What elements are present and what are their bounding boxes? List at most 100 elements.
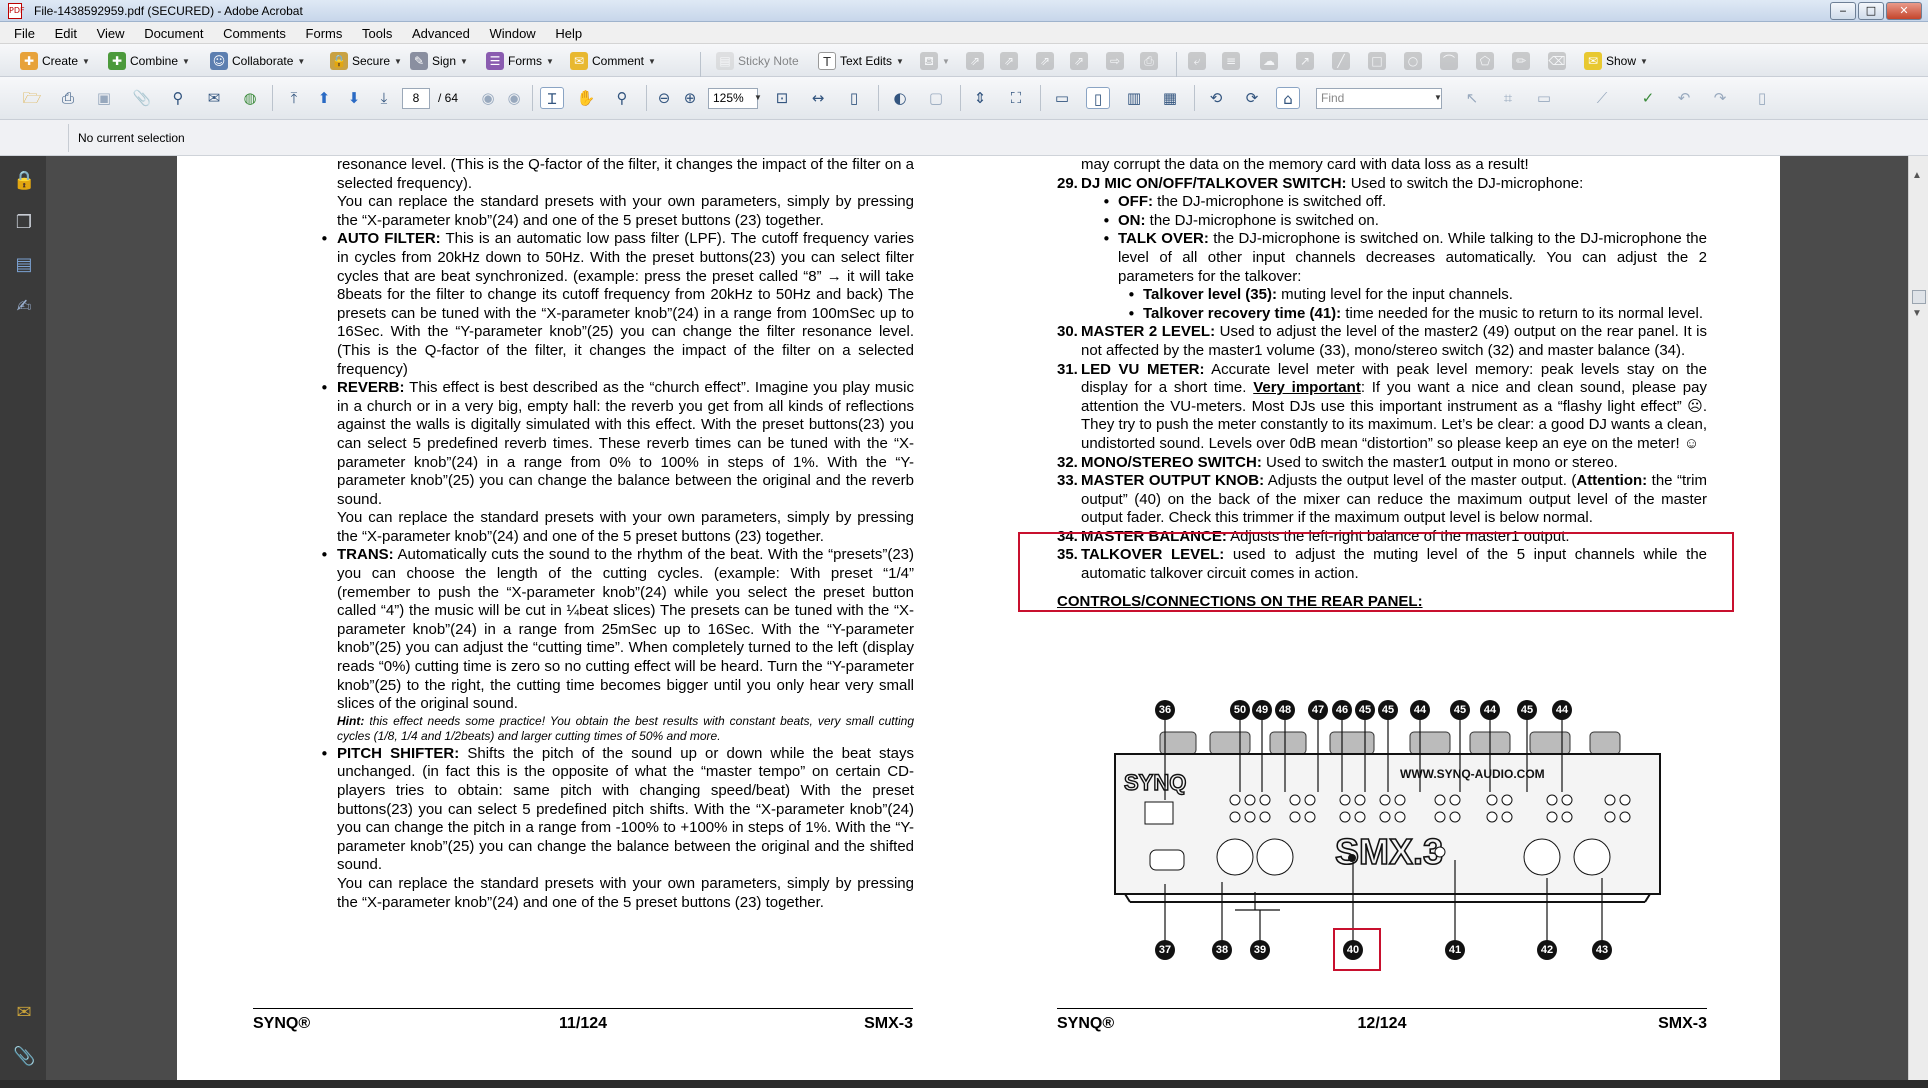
- pages-icon[interactable]: ❐: [13, 212, 35, 234]
- actual-size-icon[interactable]: ⊡: [770, 87, 794, 109]
- snapshot-icon[interactable]: ◐: [888, 87, 912, 109]
- combine-button[interactable]: ✚ Combine ▼: [108, 51, 190, 71]
- menu-forms[interactable]: Forms: [298, 22, 351, 41]
- attachments-icon[interactable]: 📎: [13, 1046, 35, 1068]
- chevron-down-icon[interactable]: ▼: [1434, 93, 1442, 102]
- next-view-icon[interactable]: ◉: [502, 87, 526, 109]
- previous-page-icon[interactable]: ⬆: [312, 87, 336, 109]
- full-screen-icon[interactable]: ⛶: [1004, 87, 1028, 109]
- minimize-button[interactable]: ‒: [1830, 2, 1856, 20]
- zoom-marquee-icon[interactable]: ⚲: [610, 87, 634, 109]
- menu-tools[interactable]: Tools: [354, 22, 400, 41]
- fit-page-icon[interactable]: ▯: [842, 87, 866, 109]
- maximize-button[interactable]: □: [1858, 2, 1884, 20]
- menu-comments[interactable]: Comments: [215, 22, 294, 41]
- stamp-tool-button[interactable]: ⎙: [1140, 51, 1158, 71]
- scroll-down-icon[interactable]: ▼: [1912, 308, 1922, 319]
- undo-icon[interactable]: ↶: [1672, 87, 1696, 109]
- comments-icon[interactable]: ✉: [13, 1002, 35, 1024]
- link-tool-icon[interactable]: ▭: [1532, 87, 1556, 109]
- attach-file-button[interactable]: ⇗: [966, 51, 984, 71]
- rotate-left-icon[interactable]: ⟲: [1204, 87, 1228, 109]
- previous-view-icon[interactable]: ◉: [476, 87, 500, 109]
- lock-icon[interactable]: 🔒: [13, 170, 35, 192]
- email-icon[interactable]: ✉: [202, 87, 226, 109]
- hand-icon[interactable]: ✋: [574, 87, 598, 109]
- last-page-icon[interactable]: ⤓: [372, 87, 396, 109]
- redo-icon[interactable]: ↷: [1708, 87, 1732, 109]
- binoculars-icon[interactable]: ⚲: [166, 87, 190, 109]
- next-page-icon[interactable]: ⬇: [342, 87, 366, 109]
- arrow-button[interactable]: ↗: [1296, 51, 1314, 71]
- globe-icon[interactable]: ◍: [238, 87, 262, 109]
- find-input[interactable]: Find: [1316, 88, 1442, 109]
- secure-button[interactable]: 🔒 Secure ▼: [330, 51, 402, 71]
- toolbar-separator: [1040, 85, 1041, 111]
- eraser-button[interactable]: ⌫: [1548, 51, 1566, 71]
- menu-help[interactable]: Help: [547, 22, 590, 41]
- close-button[interactable]: ✕: [1886, 2, 1922, 20]
- menu-advanced[interactable]: Advanced: [404, 22, 478, 41]
- select-object-icon[interactable]: ↖: [1460, 87, 1484, 109]
- menu-file[interactable]: File: [0, 22, 43, 41]
- spellcheck-icon[interactable]: ✓: [1636, 87, 1660, 109]
- cloud-button[interactable]: ☁: [1260, 51, 1278, 71]
- menu-view[interactable]: View: [89, 22, 133, 41]
- rectangle-button[interactable]: □: [1368, 51, 1386, 71]
- highlight-button[interactable]: ⇗: [1036, 51, 1054, 71]
- create-button[interactable]: ✚ Create ▼: [20, 51, 90, 71]
- attach-icon[interactable]: 📎: [130, 87, 154, 109]
- menu-document[interactable]: Document: [136, 22, 211, 41]
- camera-icon[interactable]: ▢: [924, 87, 948, 109]
- chevron-down-icon: ▼: [546, 56, 554, 66]
- polygon-button[interactable]: ⬠: [1476, 51, 1494, 71]
- callout-47: 47: [1308, 700, 1328, 720]
- zoom-out-icon[interactable]: ⊖: [652, 87, 676, 109]
- sticky-note-button[interactable]: ▤ Sticky Note: [716, 51, 799, 71]
- menu-edit[interactable]: Edit: [47, 22, 85, 41]
- two-page-icon[interactable]: ▥: [1122, 87, 1146, 109]
- printer-icon[interactable]: ⎙: [56, 87, 80, 109]
- footer-page-number: 11/124: [558, 1015, 608, 1032]
- bookmarks-icon[interactable]: ▤: [13, 254, 35, 276]
- zoom-input[interactable]: 125%: [708, 88, 758, 109]
- select-text-icon[interactable]: Ɪ: [540, 87, 564, 109]
- comment-button[interactable]: ✉ Comment ▼: [570, 51, 656, 71]
- save-icon[interactable]: ▣: [92, 87, 116, 109]
- menu-window[interactable]: Window: [481, 22, 543, 41]
- document-icon[interactable]: ▯: [1750, 87, 1774, 109]
- callout-button[interactable]: ⤶: [1188, 51, 1206, 71]
- line-button[interactable]: ╱: [1332, 51, 1350, 71]
- vertical-scrollbar[interactable]: ▲ ▼: [1908, 156, 1928, 1080]
- signatures-icon[interactable]: ✍: [13, 296, 35, 318]
- textbox-button[interactable]: ≡: [1222, 51, 1240, 71]
- stamp-button[interactable]: ⛾ ▼: [920, 51, 950, 71]
- polyline-button[interactable]: ⌒: [1440, 51, 1458, 71]
- underline-button[interactable]: ⇗: [1070, 51, 1088, 71]
- sign-button[interactable]: ✎ Sign ▼: [410, 51, 468, 71]
- oval-button[interactable]: ○: [1404, 51, 1422, 71]
- measure-icon[interactable]: ⟋: [1590, 87, 1614, 109]
- record-audio-button[interactable]: ⇗: [1000, 51, 1018, 71]
- chevron-down-icon[interactable]: ▼: [754, 93, 762, 102]
- page-number-input[interactable]: 8: [402, 88, 430, 109]
- read-mode-icon[interactable]: ⌂: [1276, 87, 1300, 109]
- strikeout-button[interactable]: ⇨: [1106, 51, 1124, 71]
- two-continuous-icon[interactable]: ▦: [1158, 87, 1182, 109]
- open-folder-icon[interactable]: 🗁: [20, 87, 44, 109]
- zoom-in-icon[interactable]: ⊕: [678, 87, 702, 109]
- show-button[interactable]: ✉ Show ▼: [1584, 51, 1648, 71]
- continuous-page-icon[interactable]: ▯: [1086, 87, 1110, 109]
- scroll-up-icon[interactable]: ▲: [1912, 170, 1922, 181]
- collaborate-button[interactable]: ☺ Collaborate ▼: [210, 51, 305, 71]
- pencil-button[interactable]: ✏: [1512, 51, 1530, 71]
- scroll-thumb[interactable]: [1912, 290, 1926, 304]
- fit-width-icon[interactable]: ↔: [806, 87, 830, 109]
- text-edits-button[interactable]: T Text Edits ▼: [818, 51, 904, 71]
- rotate-view-icon[interactable]: ⇕: [968, 87, 992, 109]
- single-page-icon[interactable]: ▭: [1050, 87, 1074, 109]
- first-page-icon[interactable]: ⤒: [282, 87, 306, 109]
- forms-button[interactable]: ☰ Forms ▼: [486, 51, 554, 71]
- rotate-right-icon[interactable]: ⟳: [1240, 87, 1264, 109]
- crop-icon[interactable]: ⌗: [1496, 87, 1520, 109]
